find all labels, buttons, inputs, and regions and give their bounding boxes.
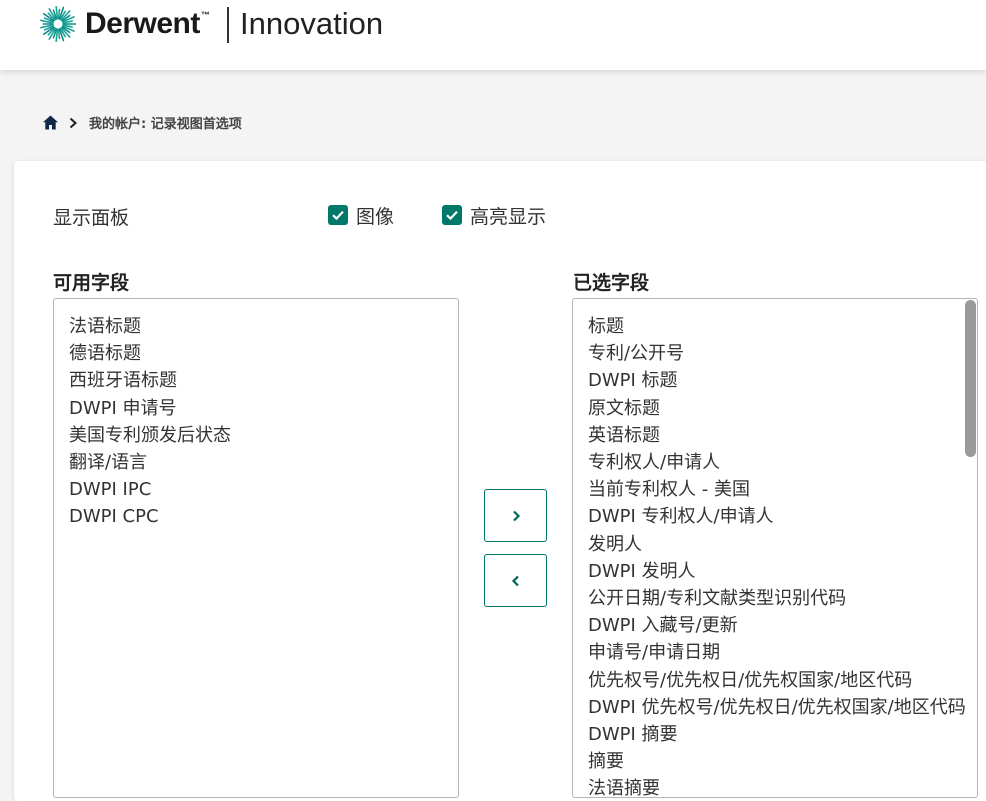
list-item[interactable]: DWPI 专利权人/申请人 <box>588 503 977 530</box>
chevron-right-icon <box>67 115 79 129</box>
list-item[interactable]: 英语标题 <box>588 422 977 449</box>
selected-fields-list[interactable]: 标题 专利/公开号 DWPI 标题 原文标题 英语标题 专利权人/申请人 当前专利权人 - … <box>572 298 978 798</box>
list-item[interactable]: DWPI 优先权号/优先权日/优先权国家/地区代码 <box>588 694 977 721</box>
list-item[interactable]: DWPI 入藏号/更新 <box>588 612 977 639</box>
list-item[interactable]: 美国专利颁发后状态 <box>69 422 458 449</box>
image-checkbox[interactable]: 图像 <box>328 204 395 228</box>
breadcrumb-current: 我的帐户: 记录视图首选项 <box>89 116 242 132</box>
list-item[interactable]: 公开日期/专利文献类型识别代码 <box>588 585 977 612</box>
list-item[interactable]: 申请号/申请日期 <box>588 639 977 666</box>
checkmark-icon <box>442 205 462 225</box>
list-item[interactable]: 专利/公开号 <box>588 340 977 367</box>
checkmark-icon <box>328 205 348 225</box>
list-item[interactable]: 摘要 <box>588 748 977 775</box>
list-item[interactable]: 标题 <box>588 313 977 340</box>
list-item[interactable]: DWPI 申请号 <box>69 395 458 422</box>
brand-name: Derwent™ <box>85 7 210 40</box>
available-fields-list[interactable]: 法语标题 德语标题 西班牙语标题 DWPI 申请号 美国专利颁发后状态 翻译/语言 DWPI… <box>53 298 459 798</box>
home-icon[interactable] <box>42 114 59 131</box>
list-item[interactable]: DWPI IPC <box>69 476 458 503</box>
list-item[interactable]: 法语标题 <box>69 313 458 340</box>
list-item[interactable]: 优先权号/优先权日/优先权国家/地区代码 <box>588 667 977 694</box>
list-item[interactable]: 德语标题 <box>69 340 458 367</box>
available-fields-title: 可用字段 <box>53 272 130 294</box>
list-item[interactable]: 当前专利权人 - 美国 <box>588 476 977 503</box>
list-item[interactable]: 翻译/语言 <box>69 449 458 476</box>
move-right-button[interactable] <box>484 489 547 542</box>
list-item[interactable]: 发明人 <box>588 531 977 558</box>
top-bar: Derwent™ Innovation <box>0 0 986 70</box>
selected-fields-title: 已选字段 <box>573 272 650 294</box>
move-left-button[interactable] <box>484 554 547 607</box>
breadcrumb: 我的帐户: 记录视图首选项 <box>42 112 242 132</box>
header-divider <box>227 7 229 43</box>
list-item[interactable]: 专利权人/申请人 <box>588 449 977 476</box>
image-checkbox-label: 图像 <box>356 205 395 228</box>
highlight-checkbox-label: 高亮显示 <box>470 205 547 228</box>
display-panel-label: 显示面板 <box>53 207 130 229</box>
scrollbar-thumb[interactable] <box>965 300 976 457</box>
chevron-left-icon <box>511 575 519 586</box>
chevron-right-icon <box>512 510 520 521</box>
derwent-logo-icon[interactable] <box>40 6 76 42</box>
list-item[interactable]: DWPI CPC <box>69 503 458 530</box>
list-item[interactable]: 原文标题 <box>588 395 977 422</box>
list-item[interactable]: DWPI 标题 <box>588 367 977 394</box>
list-item[interactable]: DWPI 摘要 <box>588 721 977 748</box>
list-item[interactable]: 西班牙语标题 <box>69 367 458 394</box>
highlight-checkbox[interactable]: 高亮显示 <box>442 204 547 228</box>
list-item[interactable]: DWPI 发明人 <box>588 558 977 585</box>
product-name: Innovation <box>240 6 384 41</box>
